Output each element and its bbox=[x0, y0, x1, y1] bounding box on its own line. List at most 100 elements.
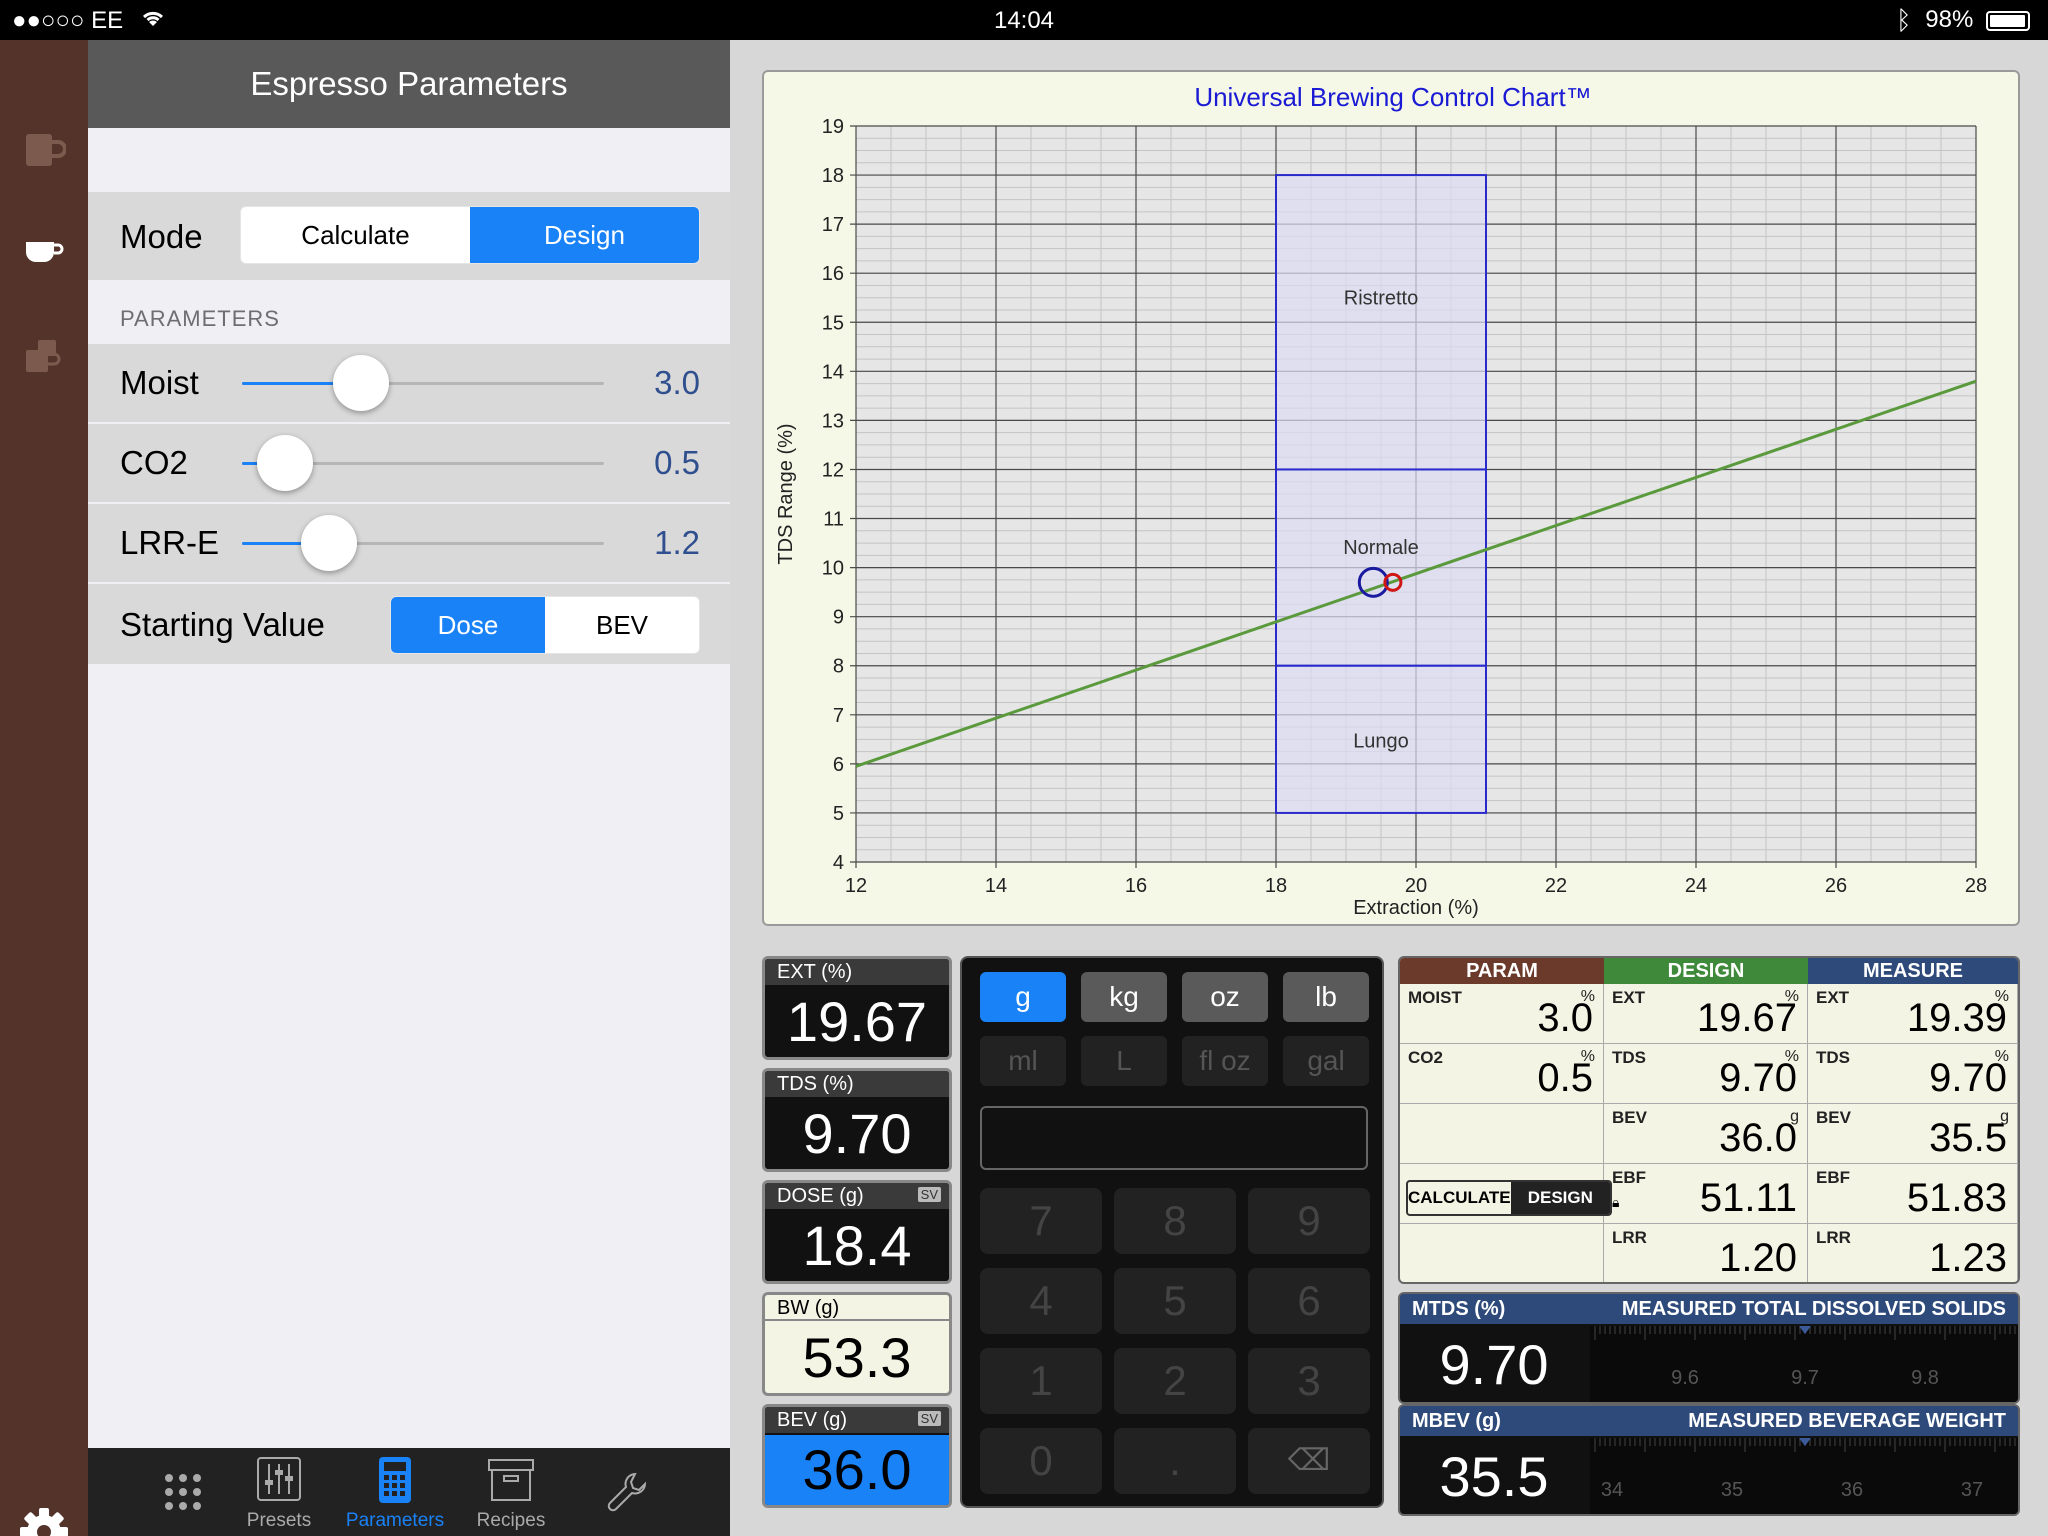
digit-key-4[interactable]: 4 bbox=[980, 1268, 1102, 1334]
espresso-cup-icon[interactable] bbox=[22, 128, 66, 172]
lrr-e-slider-knob[interactable] bbox=[300, 515, 357, 571]
cell-tds[interactable]: TDS% 9.70 bbox=[1808, 1044, 2018, 1104]
tab-tools[interactable] bbox=[572, 1448, 682, 1536]
sliders-icon bbox=[257, 1457, 301, 1501]
digit-key-6[interactable]: 6 bbox=[1248, 1268, 1370, 1334]
lrr-e-slider[interactable] bbox=[242, 515, 604, 571]
measured-tile-title: MEASURED BEVERAGE WEIGHT bbox=[1688, 1410, 2006, 1432]
unit-button-ml[interactable]: ml bbox=[980, 1036, 1066, 1086]
calc-design-toggle[interactable]: CALCULATE DESIGN bbox=[1406, 1180, 1612, 1216]
coffee-cup-icon[interactable] bbox=[22, 230, 66, 274]
unit-button-fl-oz[interactable]: fl oz bbox=[1182, 1036, 1268, 1086]
unit-button-gal[interactable]: gal bbox=[1283, 1036, 1369, 1086]
tab-presets[interactable]: Presets bbox=[224, 1448, 334, 1536]
mode-calculate-option[interactable]: Calculate bbox=[241, 207, 470, 263]
cell-value: 0.5 bbox=[1537, 1056, 1593, 1100]
cell-value: 1.23 bbox=[1929, 1236, 2007, 1280]
unit-button-L[interactable]: L bbox=[1081, 1036, 1167, 1086]
cell-empty bbox=[1400, 1104, 1604, 1164]
y-tick-label: 6 bbox=[833, 754, 844, 776]
measured-tile-label: MBEV (g) bbox=[1412, 1410, 1501, 1432]
app-sidebar bbox=[0, 40, 88, 1536]
cell-ebf[interactable]: EBF 🔒︎ 51.11 bbox=[1604, 1164, 1808, 1224]
toggle-calculate[interactable]: CALCULATE bbox=[1408, 1182, 1511, 1214]
grid-icon bbox=[165, 1474, 201, 1510]
moist-slider-knob[interactable] bbox=[333, 355, 390, 411]
cell-ext[interactable]: EXT% 19.39 bbox=[1808, 984, 2018, 1044]
unit-button-g[interactable]: g bbox=[980, 972, 1066, 1022]
gear-icon[interactable] bbox=[18, 1506, 70, 1536]
moist-slider[interactable] bbox=[242, 355, 604, 411]
starting-value-segmented-control[interactable]: Dose BEV bbox=[390, 596, 700, 654]
measured-gauge-dial[interactable]: 9.6 9.7 9.8 bbox=[1590, 1326, 2018, 1402]
gauge-tick-label: 36 bbox=[1841, 1479, 1863, 1501]
digit-key-8[interactable]: 8 bbox=[1114, 1188, 1236, 1254]
mode-row: Mode Calculate Design bbox=[88, 192, 730, 280]
tab-bar: Presets Parameters Recipes bbox=[88, 1448, 730, 1536]
tile-bev[interactable]: BEV (g) SV 36.0 bbox=[762, 1404, 952, 1508]
starting-value-bev-option[interactable]: BEV bbox=[545, 597, 699, 653]
cell-lrr[interactable]: LRR 1.23 bbox=[1808, 1224, 2018, 1282]
cell-moist[interactable]: MOIST% 3.0 bbox=[1400, 984, 1604, 1044]
digit-key-0[interactable]: 0 bbox=[980, 1428, 1102, 1494]
unit-button-oz[interactable]: oz bbox=[1182, 972, 1268, 1022]
tile-tds[interactable]: TDS (%) 9.70 bbox=[762, 1068, 952, 1172]
cell-tds[interactable]: TDS% 9.70 bbox=[1604, 1044, 1808, 1104]
cell-co2[interactable]: CO2% 0.5 bbox=[1400, 1044, 1604, 1104]
column-header-param: PARAM bbox=[1400, 958, 1604, 984]
measured-tile-mbev[interactable]: MBEV (g) MEASURED BEVERAGE WEIGHT 35.5 34 35… bbox=[1398, 1404, 2020, 1516]
cell-label: CO2 bbox=[1408, 1048, 1443, 1067]
digit-key-7[interactable]: 7 bbox=[980, 1188, 1102, 1254]
decimal-key[interactable]: . bbox=[1114, 1428, 1236, 1494]
digit-key-2[interactable]: 2 bbox=[1114, 1348, 1236, 1414]
cell-ebf[interactable]: EBF 51.83 bbox=[1808, 1164, 2018, 1224]
starting-value-row: Starting Value Dose BEV bbox=[88, 584, 730, 664]
cell-lrr[interactable]: LRR 1.20 bbox=[1604, 1224, 1808, 1282]
tile-bw[interactable]: BW (g) 53.3 bbox=[762, 1292, 952, 1396]
keypad-display[interactable] bbox=[980, 1106, 1368, 1170]
y-tick-label: 5 bbox=[833, 803, 844, 825]
unit-button-kg[interactable]: kg bbox=[1081, 972, 1167, 1022]
tab-parameters[interactable]: Parameters bbox=[340, 1448, 450, 1536]
region-label: Normale bbox=[1343, 537, 1419, 559]
multiple-cups-icon[interactable] bbox=[22, 336, 66, 380]
cell-label: LRR bbox=[1816, 1228, 1851, 1247]
y-tick-label: 8 bbox=[833, 656, 844, 678]
cell-bev[interactable]: BEV g 35.5 bbox=[1808, 1104, 2018, 1164]
tab-recipes[interactable]: Recipes bbox=[456, 1448, 566, 1536]
gauge-tick-label: 9.8 bbox=[1911, 1367, 1939, 1389]
measured-tile-value: 9.70 bbox=[1439, 1333, 1549, 1396]
cell-ext[interactable]: EXT% 19.67 bbox=[1604, 984, 1808, 1044]
tile-value: 36.0 bbox=[765, 1435, 949, 1505]
y-tick-label: 13 bbox=[822, 410, 844, 432]
digit-key-9[interactable]: 9 bbox=[1248, 1188, 1370, 1254]
tab-grid[interactable] bbox=[128, 1448, 238, 1536]
cell-bev[interactable]: BEV g 36.0 bbox=[1604, 1104, 1808, 1164]
cell-label: EXT bbox=[1612, 988, 1646, 1007]
measured-tile-value: 35.5 bbox=[1439, 1445, 1549, 1508]
co2-slider[interactable] bbox=[242, 435, 604, 491]
co2-slider-knob[interactable] bbox=[257, 435, 314, 491]
tile-ext[interactable]: EXT (%) 19.67 bbox=[762, 956, 952, 1060]
digit-key-5[interactable]: 5 bbox=[1114, 1268, 1236, 1334]
cell-label: LRR bbox=[1612, 1228, 1647, 1247]
backspace-key[interactable]: ⌫ bbox=[1248, 1428, 1370, 1494]
set-value-badge: SV bbox=[917, 1411, 941, 1426]
measured-gauge-dial[interactable]: 34 35 36 37 bbox=[1590, 1438, 2018, 1514]
toggle-design[interactable]: DESIGN bbox=[1510, 1182, 1610, 1214]
battery-icon bbox=[1986, 10, 2030, 31]
unit-button-lb[interactable]: lb bbox=[1283, 972, 1369, 1022]
mode-segmented-control[interactable]: Calculate Design bbox=[240, 206, 700, 264]
measured-tile-mtds[interactable]: MTDS (%) MEASURED TOTAL DISSOLVED SOLIDS 9… bbox=[1398, 1292, 2020, 1404]
digit-key-3[interactable]: 3 bbox=[1248, 1348, 1370, 1414]
tile-value: 53.3 bbox=[802, 1326, 912, 1389]
region-ristretto bbox=[1275, 174, 1487, 471]
digit-key-1[interactable]: 1 bbox=[980, 1348, 1102, 1414]
parameters-section-label: PARAMETERS bbox=[120, 306, 280, 331]
starting-value-dose-option[interactable]: Dose bbox=[391, 597, 545, 653]
chart-plot[interactable]: 12 14 16 18 20 22 24 26 28 4 5 6 7 8 9 10 11 12 13 14 15 16 17… bbox=[764, 72, 2022, 928]
lrr-e-value: 1.2 bbox=[654, 524, 700, 561]
y-tick-label: 10 bbox=[822, 558, 844, 580]
tile-dose[interactable]: DOSE (g) SV 18.4 bbox=[762, 1180, 952, 1284]
mode-design-option[interactable]: Design bbox=[470, 207, 699, 263]
